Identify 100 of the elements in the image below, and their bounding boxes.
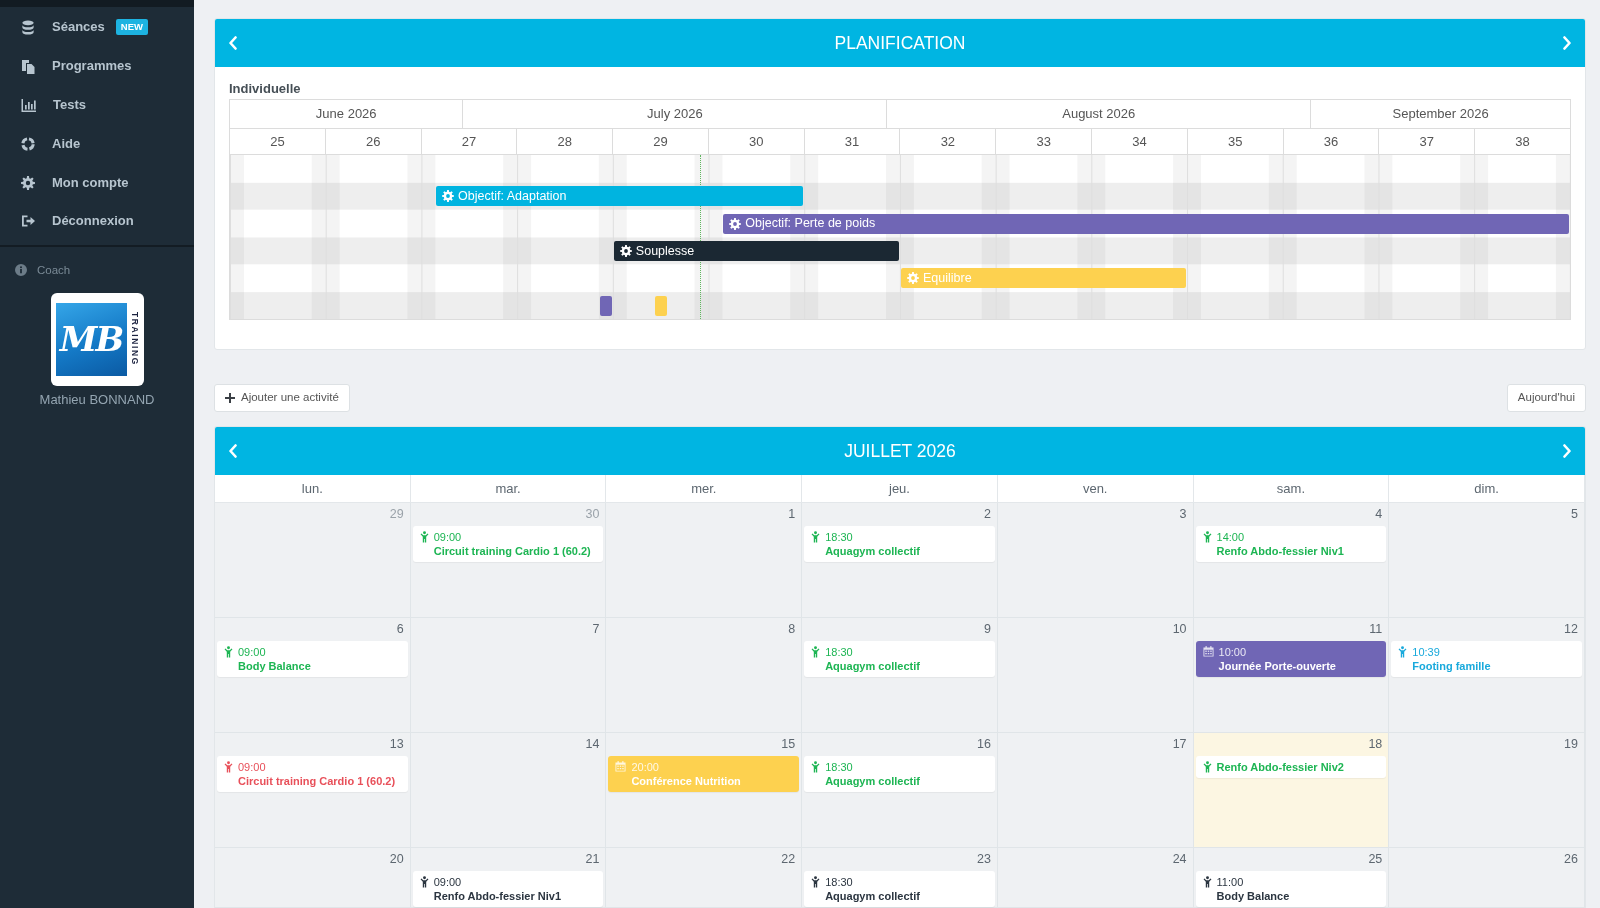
- day-number: 21: [584, 850, 601, 868]
- day-number: 15: [780, 735, 797, 753]
- week-header: 25: [269, 132, 286, 151]
- day-number: 26: [1563, 850, 1579, 868]
- day-number: 3: [1178, 505, 1188, 523]
- month-header: August 2026: [886, 100, 1311, 128]
- sidebar-item[interactable]: Aide: [0, 135, 81, 152]
- weekday-header: dim.: [1389, 474, 1585, 503]
- event-title: Footing famille: [1412, 658, 1491, 673]
- day-number: 22: [780, 850, 797, 868]
- weekday-header: mer.: [606, 474, 803, 503]
- timeline-marker[interactable]: [654, 295, 667, 316]
- week-header: 31: [803, 129, 900, 154]
- logout-icon: [21, 214, 35, 229]
- day-number: 9: [982, 620, 992, 638]
- event-card[interactable]: 14:00 Renfo Abdo-fessier Niv1: [1195, 525, 1387, 562]
- event-title: Body Balance: [1216, 888, 1290, 903]
- chevron-right-icon: [1562, 36, 1572, 50]
- event-title: Body Balance: [238, 658, 311, 673]
- day-number: 23: [975, 850, 992, 868]
- weekday-header: ven.: [997, 474, 1194, 503]
- event-card[interactable]: 09:00 Circuit training Cardio 1 (60.2): [412, 525, 604, 562]
- timeline-bar[interactable]: Objectif: Perte de poids: [723, 213, 1569, 234]
- event-title: Renfo Abdo-fessier Niv1: [433, 888, 562, 903]
- day-number: 25: [1367, 850, 1384, 868]
- settings-icon: [21, 175, 35, 190]
- chevron-left-icon: [228, 443, 238, 458]
- day-number: 19: [1563, 735, 1579, 753]
- weekday-header: lun.: [215, 474, 411, 503]
- day-number: 4: [1374, 505, 1384, 523]
- calendar-icon: [1202, 645, 1214, 657]
- weekday-header: mar.: [410, 474, 607, 503]
- today-button[interactable]: Aujourd'hui: [1506, 383, 1586, 412]
- event-card[interactable]: Renfo Abdo-fessier Niv2: [1195, 755, 1387, 778]
- sidebar-item[interactable]: Programmes: [0, 58, 132, 75]
- bar-label: Objectif: Adaptation: [458, 187, 567, 205]
- day-number: 2: [982, 505, 992, 523]
- day-number: 18: [1367, 735, 1384, 753]
- event-card[interactable]: 09:00 Renfo Abdo-fessier Niv1: [412, 870, 604, 907]
- chevron-right-icon: [1562, 443, 1572, 458]
- day-number: 11: [1368, 620, 1384, 638]
- sidebar-item[interactable]: Déconnexion: [0, 213, 134, 230]
- new-badge: NEW: [115, 19, 148, 36]
- week-header: 29: [612, 129, 708, 154]
- event-time: 09:00: [238, 759, 267, 774]
- sidebar-item[interactable]: Mon compte: [0, 174, 129, 191]
- event-time: 18:30: [825, 874, 854, 889]
- week-header: 37: [1378, 129, 1475, 154]
- day-number: 14: [584, 735, 601, 753]
- sidebar-item[interactable]: Séances: [0, 19, 105, 36]
- event-time: 09:00: [433, 874, 463, 889]
- chevron-left-icon: [228, 36, 238, 50]
- day-number: 17: [1171, 735, 1188, 753]
- event-title: Aquagym collectif: [825, 543, 920, 558]
- week-header: 27: [420, 129, 517, 154]
- day-number: 29: [388, 505, 405, 523]
- week-header: 34: [1091, 129, 1187, 154]
- month-header: July 2026: [462, 100, 887, 128]
- event-card[interactable]: 18:30 Aquagym collectif: [804, 525, 995, 562]
- event-time: 10:39: [1412, 644, 1441, 659]
- event-card[interactable]: 09:00 Circuit training Cardio 1 (60.2): [217, 755, 408, 792]
- week-header: 26: [324, 129, 421, 154]
- lifebuoy-icon: [21, 136, 35, 151]
- month-header: September 2026: [1310, 100, 1570, 128]
- sidebar-item[interactable]: Tests: [0, 97, 86, 113]
- logo-tagline: TRAINING: [128, 312, 141, 367]
- event-title: Journée Porte-ouverte: [1218, 658, 1336, 673]
- planning-title: PLANIFICATION: [834, 32, 966, 54]
- event-title: Circuit training Cardio 1 (60.2): [238, 773, 396, 788]
- day-number: 24: [1171, 850, 1188, 868]
- calendar-title: JUILLET 2026: [844, 439, 956, 462]
- day-number: 16: [975, 735, 992, 753]
- documents-icon: [21, 58, 35, 74]
- day-number: 10: [1171, 620, 1188, 638]
- week-header: 30: [707, 129, 804, 154]
- timeline-bar[interactable]: Souplesse: [613, 241, 899, 261]
- week-header: 36: [1282, 129, 1379, 154]
- database-icon: [21, 19, 35, 35]
- weekday-header: jeu.: [802, 474, 998, 503]
- event-card[interactable]: 18:30 Aquagym collectif: [804, 755, 995, 792]
- gear-icon: [442, 190, 455, 203]
- bar-label: Equilibre: [923, 269, 972, 287]
- bar-chart-icon: [21, 98, 36, 112]
- event-time: 09:00: [433, 529, 463, 544]
- event-time: 10:00: [1218, 644, 1248, 659]
- gear-icon: [619, 245, 632, 257]
- event-card[interactable]: 18:30 Aquagym collectif: [804, 870, 995, 907]
- timeline-marker[interactable]: [600, 295, 612, 316]
- event-card[interactable]: 10:39 Footing famille: [1391, 640, 1582, 677]
- calendar-icon: [615, 760, 627, 772]
- event-card[interactable]: 09:00 Body Balance: [217, 640, 408, 677]
- role-label: Coach: [37, 262, 71, 278]
- event-card[interactable]: 10:00 Journée Porte-ouverte: [1195, 640, 1387, 677]
- event-card[interactable]: 18:30 Aquagym collectif: [804, 640, 995, 677]
- add-activity-button[interactable]: Ajouter une activité: [214, 383, 350, 412]
- day-number: 7: [591, 620, 601, 638]
- bar-label: Objectif: Perte de poids: [745, 215, 876, 233]
- event-card[interactable]: 11:00 Body Balance: [1195, 870, 1387, 907]
- event-time: 11:00: [1216, 874, 1245, 889]
- event-time: 18:30: [825, 644, 854, 659]
